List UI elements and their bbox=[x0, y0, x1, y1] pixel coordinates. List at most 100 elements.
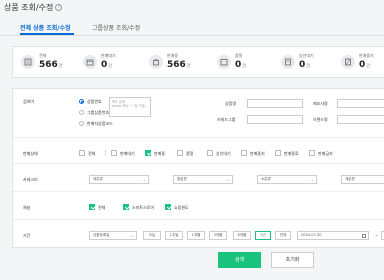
active-tab-indicator bbox=[20, 33, 74, 35]
channel-row-label: 채널 bbox=[23, 205, 31, 210]
category-small-select[interactable]: 소분류 ⌄ bbox=[257, 175, 317, 184]
radio-label: 상품번호 bbox=[87, 99, 102, 104]
shopping-bag-icon bbox=[149, 55, 163, 69]
checkbox-label: 판매금지 bbox=[318, 151, 333, 156]
stat-label: 전체 bbox=[39, 53, 47, 58]
tab-bar: 전체 상품 조회/수정 그룹상품 조회/수정 bbox=[0, 18, 384, 36]
period-1year-button[interactable]: 1년 bbox=[255, 231, 271, 240]
calendar-icon[interactable] bbox=[362, 233, 366, 238]
keyword-group-label: 키워드그룹 bbox=[217, 117, 236, 122]
stat-pending-sale[interactable]: 판매대기 0건 bbox=[83, 53, 143, 75]
radio-label: 그룹상품번호 bbox=[87, 110, 110, 115]
multi-search-textarea[interactable]: 복수 검색 (enter 또는 "," 로 구분) bbox=[109, 97, 151, 117]
radio-seller-code[interactable] bbox=[79, 121, 84, 126]
product-search-page: 상품 조회/수정? 전체 상품 조회/수정 그룹상품 조회/수정 전체 566건… bbox=[0, 0, 384, 280]
search-button[interactable]: 검색 bbox=[218, 252, 261, 268]
stat-on-sale[interactable]: 판매중 566건 bbox=[149, 53, 209, 75]
search-form: 검색어 상품번호 그룹상품번호 판매자상품코드 복수 검색 (enter 또는 … bbox=[12, 88, 384, 248]
checkbox-label: 쇼핑윈도 bbox=[174, 205, 189, 210]
status-ended-checkbox[interactable] bbox=[275, 150, 281, 156]
stat-unit: 건 bbox=[186, 63, 191, 68]
chevron-down-icon: ⌄ bbox=[226, 177, 230, 182]
stat-value: 0건 bbox=[299, 60, 310, 70]
help-icon[interactable]: ? bbox=[55, 4, 63, 11]
checkbox-label: 승인대기 bbox=[216, 151, 231, 156]
document-icon bbox=[281, 55, 295, 69]
product-name-label: 상품명 bbox=[225, 101, 237, 106]
tab-group-products[interactable]: 그룹상품 조회/수정 bbox=[92, 23, 140, 32]
start-date-input[interactable]: 2024.07.30 bbox=[297, 231, 369, 240]
period-1month-button[interactable]: 1개월 bbox=[187, 231, 205, 240]
stat-value: 0건 bbox=[359, 60, 370, 70]
status-on-sale-checkbox[interactable] bbox=[145, 150, 151, 156]
date-value: 2024.07.30 bbox=[301, 233, 322, 237]
category-detail-select[interactable]: 세분류⌄ bbox=[341, 175, 384, 184]
stat-unit: 건 bbox=[306, 63, 310, 68]
period-type-select[interactable]: 상품등록일 ⌄ bbox=[89, 231, 137, 240]
brand-label: 브랜드명 bbox=[313, 117, 328, 122]
period-all-button[interactable]: 전체 bbox=[275, 231, 291, 240]
checkbox-label: 판매대기 bbox=[120, 151, 135, 156]
status-all-checkbox[interactable] bbox=[79, 150, 85, 156]
keyword-group-input[interactable] bbox=[247, 115, 303, 124]
suspended-icon bbox=[341, 55, 355, 69]
stat-number: 0 bbox=[235, 60, 242, 70]
stat-value: 0건 bbox=[101, 60, 112, 70]
stat-label: 승인대기 bbox=[299, 53, 314, 58]
stat-label: 판매중지 bbox=[359, 53, 374, 58]
stat-value: 566건 bbox=[39, 60, 62, 70]
stat-all[interactable]: 전체 566건 bbox=[21, 53, 81, 75]
reset-button[interactable]: 초기화 bbox=[271, 252, 314, 268]
period-today-button[interactable]: 오늘 bbox=[143, 231, 161, 240]
status-summary: 전체 566건 판매대기 0건 판매중 566건 품절 0건 승인대기 0건 판… bbox=[12, 46, 384, 78]
category-large-select[interactable]: 대분류 ⌄ bbox=[89, 175, 149, 184]
page-title-text: 상품 조회/수정 bbox=[4, 3, 54, 12]
stat-sold-out[interactable]: 품절 0건 bbox=[217, 53, 277, 75]
stat-label: 품절 bbox=[235, 53, 243, 58]
select-value: 대분류 bbox=[93, 177, 103, 181]
period-row-label: 기간 bbox=[23, 233, 31, 238]
channel-shopping-window-checkbox[interactable] bbox=[165, 204, 171, 210]
period-3months-button[interactable]: 3개월 bbox=[209, 231, 227, 240]
stat-number: 566 bbox=[39, 60, 58, 70]
stat-label: 판매중 bbox=[167, 53, 179, 58]
select-value: 중분류 bbox=[177, 177, 187, 181]
empty-box-icon bbox=[217, 55, 231, 69]
manufacturer-label: 제조사명 bbox=[313, 101, 328, 106]
select-value: 세분류 bbox=[345, 177, 355, 181]
radio-group-product-number[interactable] bbox=[79, 110, 84, 115]
tab-all-products[interactable]: 전체 상품 조회/수정 bbox=[20, 23, 71, 32]
stat-unit: 건 bbox=[58, 63, 63, 68]
chevron-down-icon: ⌄ bbox=[142, 177, 146, 182]
status-sold-out-checkbox[interactable] bbox=[177, 150, 183, 156]
category-row-label: 카테고리 bbox=[23, 177, 38, 182]
category-medium-select[interactable]: 중분류 ⌄ bbox=[173, 175, 233, 184]
checkbox-label: 스마트스토어 bbox=[132, 205, 155, 210]
stat-number: 0 bbox=[359, 60, 366, 70]
checkbox-label: 판매종료 bbox=[284, 151, 299, 156]
channel-smartstore-checkbox[interactable] bbox=[123, 204, 129, 210]
status-suspended-checkbox[interactable] bbox=[241, 150, 247, 156]
radio-product-number[interactable] bbox=[79, 99, 84, 104]
stat-sale-suspended[interactable]: 판매중지 0건 bbox=[341, 53, 384, 75]
list-icon bbox=[21, 55, 35, 69]
status-awaiting-checkbox[interactable] bbox=[207, 150, 213, 156]
product-name-input[interactable] bbox=[247, 99, 303, 108]
divider bbox=[13, 137, 384, 138]
checkbox-label: 품절 bbox=[186, 151, 194, 156]
page-title: 상품 조회/수정? bbox=[4, 2, 63, 13]
chevron-down-icon: ⌄ bbox=[130, 233, 134, 238]
stat-number: 0 bbox=[299, 60, 306, 70]
manufacturer-input[interactable] bbox=[337, 99, 384, 108]
status-banned-checkbox[interactable] bbox=[309, 150, 315, 156]
stat-awaiting-approval[interactable]: 승인대기 0건 bbox=[281, 53, 341, 75]
status-pending-checkbox[interactable] bbox=[111, 150, 117, 156]
box-icon bbox=[83, 55, 97, 69]
period-1week-button[interactable]: 1주일 bbox=[165, 231, 183, 240]
period-6months-button[interactable]: 6개월 bbox=[233, 231, 251, 240]
brand-input[interactable] bbox=[337, 115, 384, 124]
checkbox-label: 전체 bbox=[98, 205, 106, 210]
channel-all-checkbox[interactable] bbox=[89, 204, 95, 210]
stat-value: 566건 bbox=[167, 60, 190, 70]
stat-number: 0 bbox=[101, 60, 108, 70]
